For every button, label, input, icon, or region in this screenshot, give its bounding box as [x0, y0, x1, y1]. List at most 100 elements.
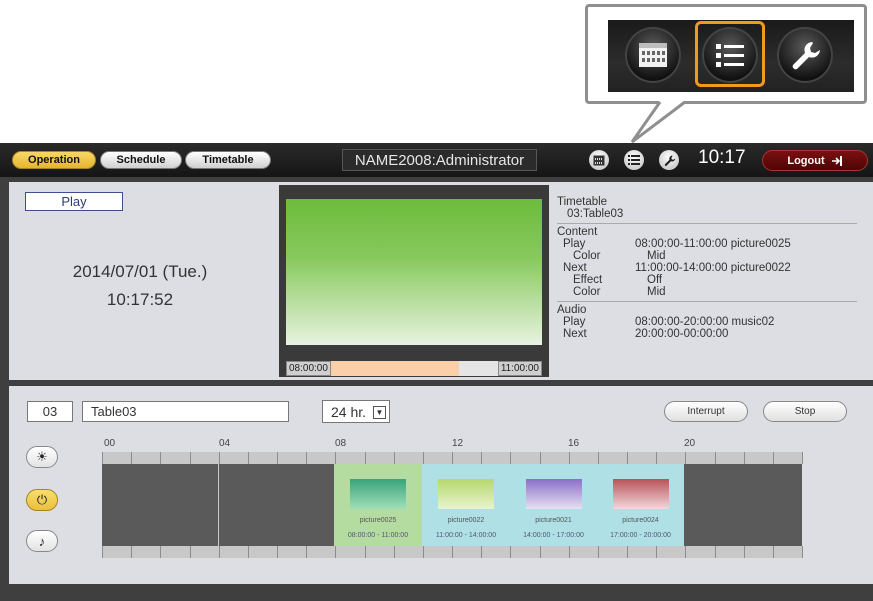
app-window: Operation Schedule Timetable NAME2008:Ad…: [0, 143, 873, 601]
audio-row-label: Next: [563, 328, 587, 340]
slot-thumbnail: [438, 479, 494, 509]
logout-label: Logout: [787, 154, 825, 167]
timeline-empty-block: [684, 464, 802, 546]
logout-button[interactable]: Logout: [762, 150, 868, 171]
progress-end-time: 11:00:00: [497, 361, 542, 376]
timeline-tick: [510, 546, 511, 558]
tab-schedule[interactable]: Schedule: [100, 151, 182, 169]
timeline-tick: [569, 546, 570, 558]
audio-row-label: Play: [563, 316, 586, 328]
timeline-tick: [773, 452, 774, 464]
timeline-slot[interactable]: picture0022 11:00:00 - 14:00:00: [422, 464, 510, 546]
hour-label: 20: [684, 438, 696, 449]
content-row-label: Next: [563, 262, 587, 274]
content-row-label: Play: [563, 238, 586, 250]
slot-thumbnail: [613, 479, 669, 509]
timeline-tick: [423, 452, 424, 464]
content-row-label: Effect: [573, 274, 603, 286]
power-icon[interactable]: ⏻: [26, 489, 58, 511]
hour-label: 00: [104, 438, 116, 449]
timeline-tick: [685, 452, 686, 464]
calendar-icon[interactable]: [625, 27, 681, 83]
timeline-tick: [802, 546, 803, 558]
timeline-tick: [569, 452, 570, 464]
timeline-tick: [627, 546, 628, 558]
slot-name: picture0024: [622, 517, 659, 524]
timeline-tick: [335, 546, 336, 558]
interrupt-button[interactable]: Interrupt: [664, 401, 748, 422]
timeline-tick: [219, 546, 220, 558]
timeline-track[interactable]: picture0025 08:00:00 - 11:00:00 picture0…: [102, 452, 803, 558]
user-name: NAME2008:Administrator: [342, 149, 537, 171]
slot-name: picture0021: [535, 517, 572, 524]
timeline-tick: [131, 452, 132, 464]
music-note-icon[interactable]: ♪: [26, 530, 58, 552]
tab-operation[interactable]: Operation: [12, 151, 96, 169]
timetable-panel: 03 Table03 24 hr. ▼ Interrupt Stop ☀ ⏻ ♪…: [9, 386, 873, 584]
timeline-tick: [773, 546, 774, 558]
timeline-tick: [277, 546, 278, 558]
content-row-value: Off: [647, 274, 663, 286]
progress-start-time: 08:00:00: [286, 361, 331, 376]
calendar-icon[interactable]: [589, 150, 609, 170]
timeline-tick: [190, 452, 191, 464]
slot-thumbnail: [350, 479, 406, 509]
sun-icon[interactable]: ☀: [26, 446, 58, 468]
play-status-button[interactable]: Play: [25, 192, 123, 211]
content-preview: 08:00:00 11:00:00: [279, 185, 549, 377]
list-icon[interactable]: [624, 150, 644, 170]
wrench-icon[interactable]: [777, 27, 833, 83]
hour-label: 08: [335, 438, 347, 449]
timeline-tick: [248, 546, 249, 558]
timeline-tick: [656, 452, 657, 464]
slot-range: 14:00:00 - 17:00:00: [523, 532, 584, 539]
slot-range: 11:00:00 - 14:00:00: [435, 532, 497, 539]
timeline-tick: [627, 452, 628, 464]
timeline-tick: [802, 452, 803, 464]
chevron-down-icon[interactable]: ▼: [373, 406, 386, 419]
hour-label: 16: [568, 438, 580, 449]
content-row-label: Color: [573, 286, 601, 298]
list-icon[interactable]: [702, 27, 758, 83]
timeline-tick: [394, 546, 395, 558]
table-number-field[interactable]: 03: [27, 401, 73, 422]
timeline-tick: [160, 452, 161, 464]
audio-row-value: 08:00:00-20:00:00 music02: [635, 316, 775, 328]
timeline-tick: [248, 452, 249, 464]
clock: 10:17: [698, 147, 746, 168]
top-bar: Operation Schedule Timetable NAME2008:Ad…: [0, 143, 873, 177]
logout-icon: [831, 155, 842, 166]
slot-range: 08:00:00 - 11:00:00: [347, 532, 409, 539]
operation-status-panel: Play 2014/07/01 (Tue.) 10:17:52 08:00:00…: [9, 182, 873, 380]
timeline-tick: [423, 546, 424, 558]
timeline-tick: [452, 452, 453, 464]
timeline-slot[interactable]: picture0021 14:00:00 - 17:00:00: [510, 464, 597, 546]
audio-row-value: 20:00:00-00:00:00: [635, 328, 729, 340]
table-name-field[interactable]: Table03: [82, 401, 289, 422]
timeline-tick: [219, 452, 220, 464]
content-row-value: 08:00:00-11:00:00 picture0025: [635, 238, 791, 250]
progress-fill: [330, 361, 459, 376]
hour-label: 04: [219, 438, 231, 449]
timeline-empty-block: [102, 464, 218, 546]
timeline-tick: [306, 452, 307, 464]
stop-button[interactable]: Stop: [763, 401, 847, 422]
timeline-slot[interactable]: picture0024 17:00:00 - 20:00:00: [597, 464, 684, 546]
timeline-tick: [190, 546, 191, 558]
timeline-tick: [540, 452, 541, 464]
info-timetable-value: 03:Table03: [567, 208, 624, 220]
slot-thumbnail: [526, 479, 582, 509]
wrench-icon[interactable]: [659, 150, 679, 170]
slot-name: picture0022: [447, 517, 485, 524]
content-row-value: Mid: [647, 250, 666, 262]
playback-progress: 08:00:00 11:00:00: [286, 361, 542, 376]
timeline-tick: [335, 452, 336, 464]
range-select[interactable]: 24 hr. ▼: [322, 400, 390, 423]
slot-range: 17:00:00 - 20:00:00: [610, 532, 671, 539]
timeline-tick: [131, 546, 132, 558]
tab-timetable[interactable]: Timetable: [185, 151, 271, 169]
timeline-tick: [452, 546, 453, 558]
timeline-tick: [394, 452, 395, 464]
timeline-tick: [365, 546, 366, 558]
timeline-slot[interactable]: picture0025 08:00:00 - 11:00:00: [334, 464, 422, 546]
